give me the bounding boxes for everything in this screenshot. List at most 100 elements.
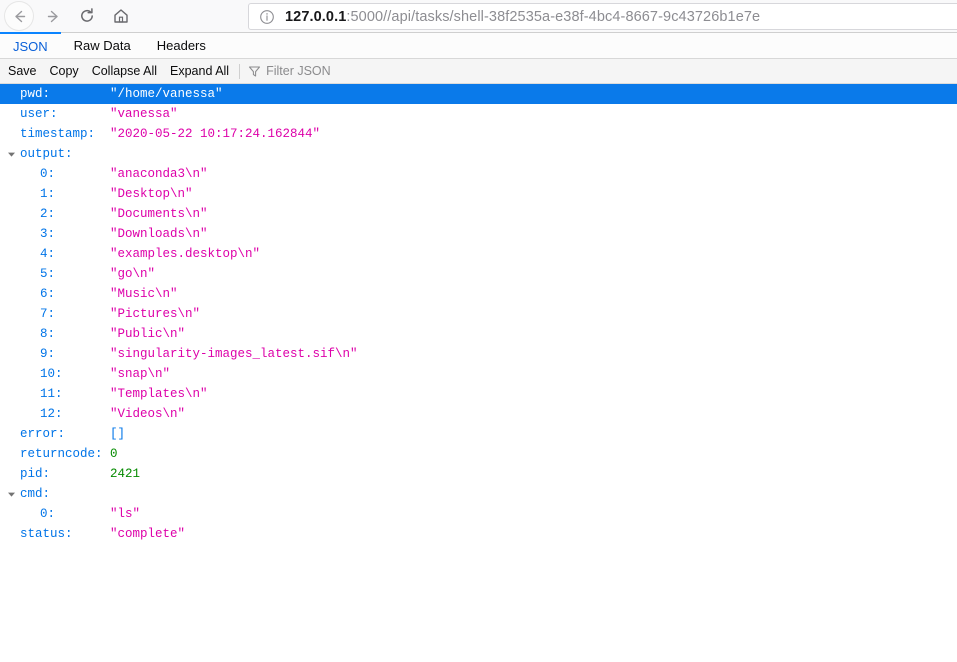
json-value: "snap\n"	[110, 367, 171, 381]
json-row[interactable]: 2: "Documents\n"	[0, 204, 957, 224]
reload-icon	[78, 7, 96, 25]
json-viewer-tabs: JSON Raw Data Headers	[0, 32, 957, 59]
json-value: "Desktop\n"	[110, 187, 193, 201]
json-value: "vanessa"	[110, 107, 178, 121]
tab-headers[interactable]: Headers	[144, 33, 219, 58]
json-value: "Documents\n"	[110, 207, 208, 221]
json-key: error:	[20, 427, 66, 441]
json-row[interactable]: user: "vanessa"	[0, 104, 957, 124]
json-value: "Videos\n"	[110, 407, 186, 421]
tab-raw-data-label: Raw Data	[73, 38, 131, 53]
json-key: user:	[20, 107, 58, 121]
tab-json-label: JSON	[13, 38, 48, 54]
json-row[interactable]: 12: "Videos\n"	[0, 404, 957, 424]
json-value: "examples.desktop\n"	[110, 247, 261, 261]
collapse-all-button[interactable]: Collapse All	[92, 64, 157, 78]
forward-button[interactable]	[38, 1, 68, 31]
json-row[interactable]: 1: "Desktop\n"	[0, 184, 957, 204]
json-value: "Music\n"	[110, 287, 178, 301]
json-key: 4:	[40, 247, 56, 261]
json-key: 12:	[40, 407, 63, 421]
back-arrow-icon	[11, 8, 28, 25]
reload-button[interactable]	[72, 1, 102, 31]
json-key: 7:	[40, 307, 56, 321]
tab-headers-label: Headers	[156, 38, 206, 53]
json-key: 8:	[40, 327, 56, 341]
json-row[interactable]: pid: 2421	[0, 464, 957, 484]
json-row[interactable]: returncode: 0	[0, 444, 957, 464]
json-key: status:	[20, 527, 73, 541]
chevron-down-icon[interactable]	[4, 490, 18, 499]
forward-arrow-icon	[45, 8, 62, 25]
json-key: 0:	[40, 167, 56, 181]
json-row[interactable]: cmd:	[0, 484, 957, 504]
json-key: 6:	[40, 287, 56, 301]
json-row[interactable]: timestamp: "2020-05-22 10:17:24.162844"	[0, 124, 957, 144]
json-row[interactable]: 6: "Music\n"	[0, 284, 957, 304]
json-key: returncode:	[20, 447, 103, 461]
json-key: cmd:	[20, 487, 51, 501]
json-row[interactable]: output:	[0, 144, 957, 164]
json-key: 11:	[40, 387, 63, 401]
json-key: pid:	[20, 467, 51, 481]
json-row[interactable]: 8: "Public\n"	[0, 324, 957, 344]
filter-json-field[interactable]	[248, 64, 957, 78]
json-key: 3:	[40, 227, 56, 241]
json-row[interactable]: 0: "anaconda3\n"	[0, 164, 957, 184]
json-value: "Templates\n"	[110, 387, 208, 401]
expand-all-button[interactable]: Expand All	[170, 64, 229, 78]
json-row[interactable]: 9: "singularity-images_latest.sif\n"	[0, 344, 957, 364]
json-row[interactable]: 0: "ls"	[0, 504, 957, 524]
info-circle-icon[interactable]	[259, 9, 275, 25]
json-key: 2:	[40, 207, 56, 221]
url-path: :5000//api/tasks/shell-38f2535a-e38f-4bc…	[346, 8, 761, 25]
toolbar-divider	[239, 63, 241, 79]
tab-json[interactable]: JSON	[0, 32, 61, 58]
json-value: []	[110, 427, 126, 441]
home-icon	[112, 7, 130, 25]
json-row[interactable]: 11: "Templates\n"	[0, 384, 957, 404]
json-key: timestamp:	[20, 127, 96, 141]
json-viewer-toolbar: Save Copy Collapse All Expand All	[0, 59, 957, 84]
json-key: 9:	[40, 347, 56, 361]
json-value: "2020-05-22 10:17:24.162844"	[110, 127, 321, 141]
home-button[interactable]	[106, 1, 136, 31]
browser-navigation-bar: 127.0.0.1:5000//api/tasks/shell-38f2535a…	[0, 0, 957, 33]
funnel-icon	[248, 65, 261, 78]
json-key: 5:	[40, 267, 56, 281]
json-key: 10:	[40, 367, 63, 381]
json-value: "ls"	[110, 507, 141, 521]
json-row[interactable]: error: []	[0, 424, 957, 444]
filter-json-input[interactable]	[266, 64, 567, 78]
json-key: 0:	[40, 507, 56, 521]
url-text: 127.0.0.1:5000//api/tasks/shell-38f2535a…	[285, 9, 760, 25]
json-value: "Downloads\n"	[110, 227, 208, 241]
json-value: "singularity-images_latest.sif\n"	[110, 347, 358, 361]
json-value: 2421	[110, 467, 141, 481]
json-tree: pwd: "/home/vanessa" user: "vanessa" timesta…	[0, 84, 957, 544]
json-key: pwd:	[20, 87, 51, 101]
json-key: output:	[20, 147, 73, 161]
url-host: 127.0.0.1	[285, 8, 347, 25]
json-row[interactable]: status: "complete"	[0, 524, 957, 544]
json-value: "/home/vanessa"	[110, 87, 223, 101]
json-value: "go\n"	[110, 267, 156, 281]
tab-raw-data[interactable]: Raw Data	[61, 33, 144, 58]
json-row[interactable]: 5: "go\n"	[0, 264, 957, 284]
json-value: 0	[110, 447, 118, 461]
json-value: "complete"	[110, 527, 186, 541]
json-value: "Public\n"	[110, 327, 186, 341]
json-row[interactable]: 4: "examples.desktop\n"	[0, 244, 957, 264]
save-button[interactable]: Save	[8, 64, 37, 78]
json-key: 1:	[40, 187, 56, 201]
copy-button[interactable]: Copy	[50, 64, 79, 78]
url-bar[interactable]: 127.0.0.1:5000//api/tasks/shell-38f2535a…	[248, 3, 957, 30]
json-row[interactable]: 3: "Downloads\n"	[0, 224, 957, 244]
json-value: "Pictures\n"	[110, 307, 201, 321]
json-row[interactable]: 10: "snap\n"	[0, 364, 957, 384]
back-button[interactable]	[4, 1, 34, 31]
json-row[interactable]: pwd: "/home/vanessa"	[0, 84, 957, 104]
json-value: "anaconda3\n"	[110, 167, 208, 181]
json-row[interactable]: 7: "Pictures\n"	[0, 304, 957, 324]
chevron-down-icon[interactable]	[4, 150, 18, 159]
